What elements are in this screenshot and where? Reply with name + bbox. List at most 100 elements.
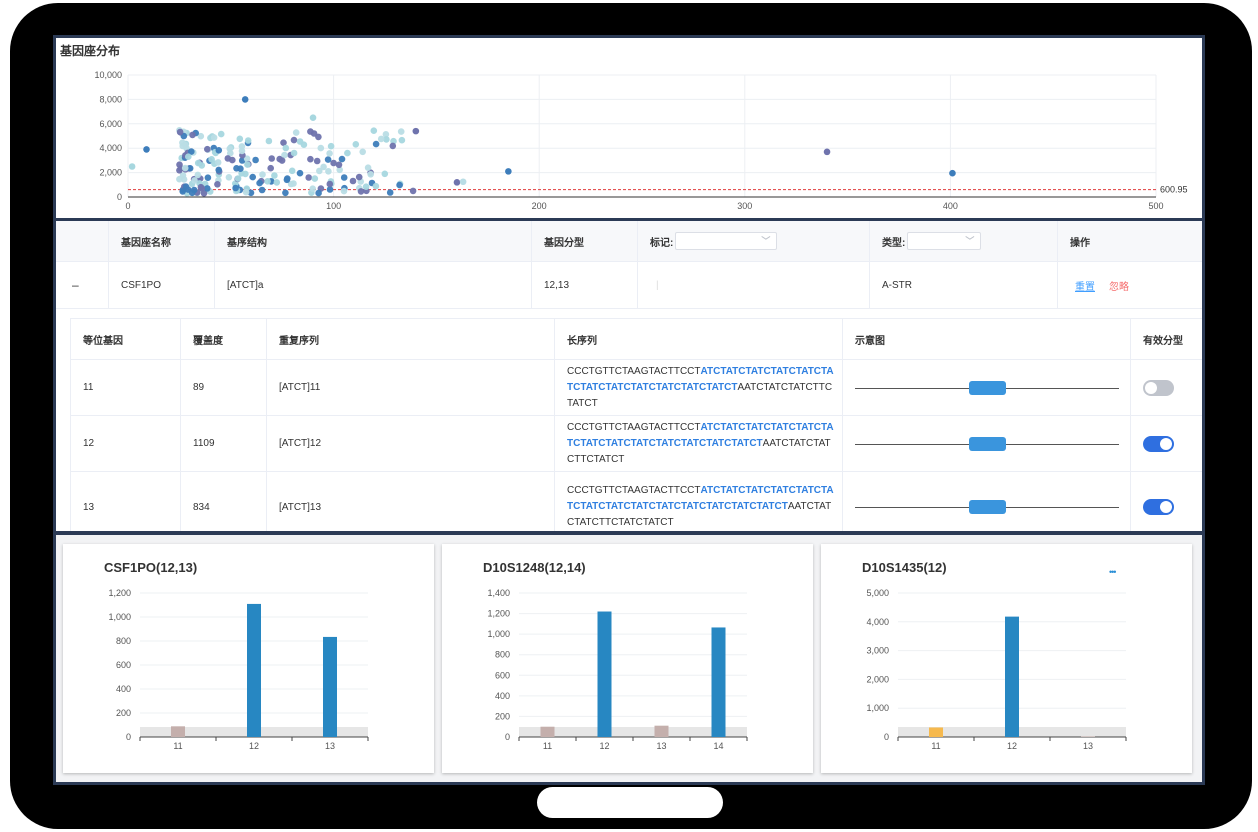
scatter-point bbox=[453, 179, 461, 186]
valid-cell bbox=[1130, 416, 1202, 471]
scatter-point bbox=[367, 171, 375, 178]
bar bbox=[247, 603, 261, 737]
locus-table-panel: 基因座名称 基序结构 基因分型 标记: ﹀ 类型: ﹀ 操作 – CSF1PO … bbox=[56, 221, 1202, 531]
scatter-point bbox=[315, 133, 322, 141]
scatter-point bbox=[317, 144, 325, 152]
y-tick-label: 1,000 bbox=[866, 703, 889, 713]
x-tick-label: 11 bbox=[173, 741, 182, 751]
coverage-value: 89 bbox=[180, 360, 266, 415]
scatter-point bbox=[267, 164, 274, 172]
allele-value: 13 bbox=[70, 472, 180, 531]
scatter-point bbox=[459, 178, 467, 186]
scatter-point bbox=[204, 174, 212, 181]
ignore-link[interactable]: 忽略 bbox=[1109, 278, 1129, 293]
allele-diagram bbox=[855, 380, 1119, 395]
scatter-point bbox=[364, 164, 372, 171]
header-locus-name: 基因座名称 bbox=[108, 221, 214, 261]
scatter-point bbox=[182, 141, 189, 149]
scatter-point bbox=[311, 175, 319, 182]
scatter-point bbox=[214, 181, 221, 188]
scatter-point bbox=[283, 176, 291, 184]
home-button[interactable] bbox=[537, 787, 723, 818]
valid-toggle[interactable] bbox=[1143, 499, 1174, 515]
type-select[interactable]: ﹀ bbox=[907, 232, 982, 250]
header-repeat-seq: 重复序列 bbox=[266, 319, 554, 359]
y-tick-label: 1,000 bbox=[108, 612, 131, 622]
scatter-point bbox=[191, 177, 198, 184]
scatter-point bbox=[290, 149, 298, 157]
repeat-block[interactable] bbox=[969, 500, 1006, 514]
allele-value: 11 bbox=[70, 360, 180, 415]
scatter-point bbox=[352, 141, 360, 148]
scatter-point bbox=[338, 155, 346, 163]
scatter-point bbox=[194, 159, 202, 167]
locus-genotype: 12,13 bbox=[531, 262, 637, 308]
y-tick-label: 0 bbox=[505, 732, 510, 742]
panel-title: 基因座分布 bbox=[60, 44, 121, 58]
mark-select[interactable]: ﹀ bbox=[675, 232, 778, 250]
mark-value: | bbox=[637, 262, 869, 308]
scatter-point bbox=[309, 185, 316, 192]
scatter-point bbox=[305, 174, 312, 181]
scatter-point bbox=[128, 163, 136, 170]
y-tick-label: 10,000 bbox=[94, 70, 122, 80]
y-tick-label: 0 bbox=[117, 192, 122, 202]
scatter-point bbox=[217, 130, 225, 138]
scatter-point bbox=[236, 135, 244, 143]
repeat-block[interactable] bbox=[969, 436, 1006, 451]
scatter-point bbox=[214, 159, 222, 166]
scatter-point bbox=[381, 170, 389, 178]
scatter-point bbox=[396, 181, 403, 189]
seq-flank-left: CCCTGTTCTAAGTACTTCCT bbox=[567, 485, 701, 496]
scatter-point bbox=[362, 183, 370, 190]
x-tick-label: 0 bbox=[125, 201, 130, 211]
scatter-point bbox=[296, 138, 304, 145]
scatter-point bbox=[204, 145, 211, 153]
y-tick-label: 2,000 bbox=[866, 674, 889, 684]
scatter-point bbox=[409, 187, 417, 195]
y-tick-label: 600 bbox=[495, 670, 510, 680]
scatter-point bbox=[226, 145, 234, 152]
scatter-point bbox=[252, 156, 259, 164]
reset-link[interactable]: 重置 bbox=[1075, 278, 1095, 293]
scatter-point bbox=[823, 148, 831, 156]
x-tick-label: 300 bbox=[737, 201, 752, 211]
scatter-point bbox=[370, 127, 378, 134]
scatter-point bbox=[271, 172, 278, 179]
scatter-point bbox=[208, 156, 215, 163]
scatter-chart: 10,000 8,000 6,000 4,000 2,000 00 100 200 300 400… bbox=[94, 70, 1187, 211]
repeat-block[interactable] bbox=[969, 380, 1006, 395]
collapse-icon[interactable]: – bbox=[56, 262, 108, 308]
valid-cell bbox=[1130, 360, 1202, 415]
valid-toggle[interactable] bbox=[1143, 435, 1174, 452]
allele-diagram bbox=[855, 436, 1119, 451]
bar-chart: 0 200 400 600 800 1,000 1,200 11 12 13 bbox=[108, 588, 369, 751]
header-long-seq: 长序列 bbox=[554, 319, 842, 359]
y-tick-label: 1,200 bbox=[108, 588, 131, 598]
header-valid: 有效分型 bbox=[1130, 319, 1202, 359]
x-tick-label: 12 bbox=[249, 741, 259, 751]
locus-type: A-STR bbox=[869, 262, 1057, 308]
bar-chart: 0 1,000 2,000 3,000 4,000 5,000 11 12 13 bbox=[866, 588, 1127, 751]
scatter-point bbox=[355, 173, 363, 181]
repeat-seq-value: [ATCT]13 bbox=[266, 472, 554, 531]
scatter-point bbox=[357, 188, 365, 195]
y-tick-label: 8,000 bbox=[99, 94, 122, 104]
scatter-point bbox=[198, 185, 206, 192]
locus-charts-panel: CSF1PO(12,13) 0 200 400 600 800 1,000 1,200 11 1… bbox=[56, 535, 1202, 782]
scatter-point bbox=[340, 187, 348, 195]
scatter-point bbox=[176, 161, 183, 168]
valid-toggle[interactable] bbox=[1143, 379, 1174, 396]
y-tick-label: 800 bbox=[116, 636, 131, 646]
scatter-point bbox=[386, 189, 394, 196]
scatter-point bbox=[258, 186, 266, 194]
scatter-point bbox=[215, 166, 222, 174]
scatter-point bbox=[307, 155, 314, 163]
allele-row: 13 834 [ATCT]13 CCCTGTTCTAAGTACTTCCTATCT… bbox=[70, 472, 1202, 531]
chart-card: D10S1435(12) ••• 0 1,000 2,000 3,000 4,000 5,… bbox=[821, 544, 1192, 773]
scatter-point bbox=[412, 127, 420, 135]
y-tick-label: 800 bbox=[495, 650, 510, 660]
screen: 基因座分布 10,000 8,000 6,000 4,000 2,000 0 0 100 200… bbox=[53, 35, 1205, 785]
header-mark: 标记: ﹀ bbox=[637, 221, 869, 261]
chart-card: CSF1PO(12,13) 0 200 400 600 800 1,000 1,200 11 1… bbox=[63, 544, 434, 773]
